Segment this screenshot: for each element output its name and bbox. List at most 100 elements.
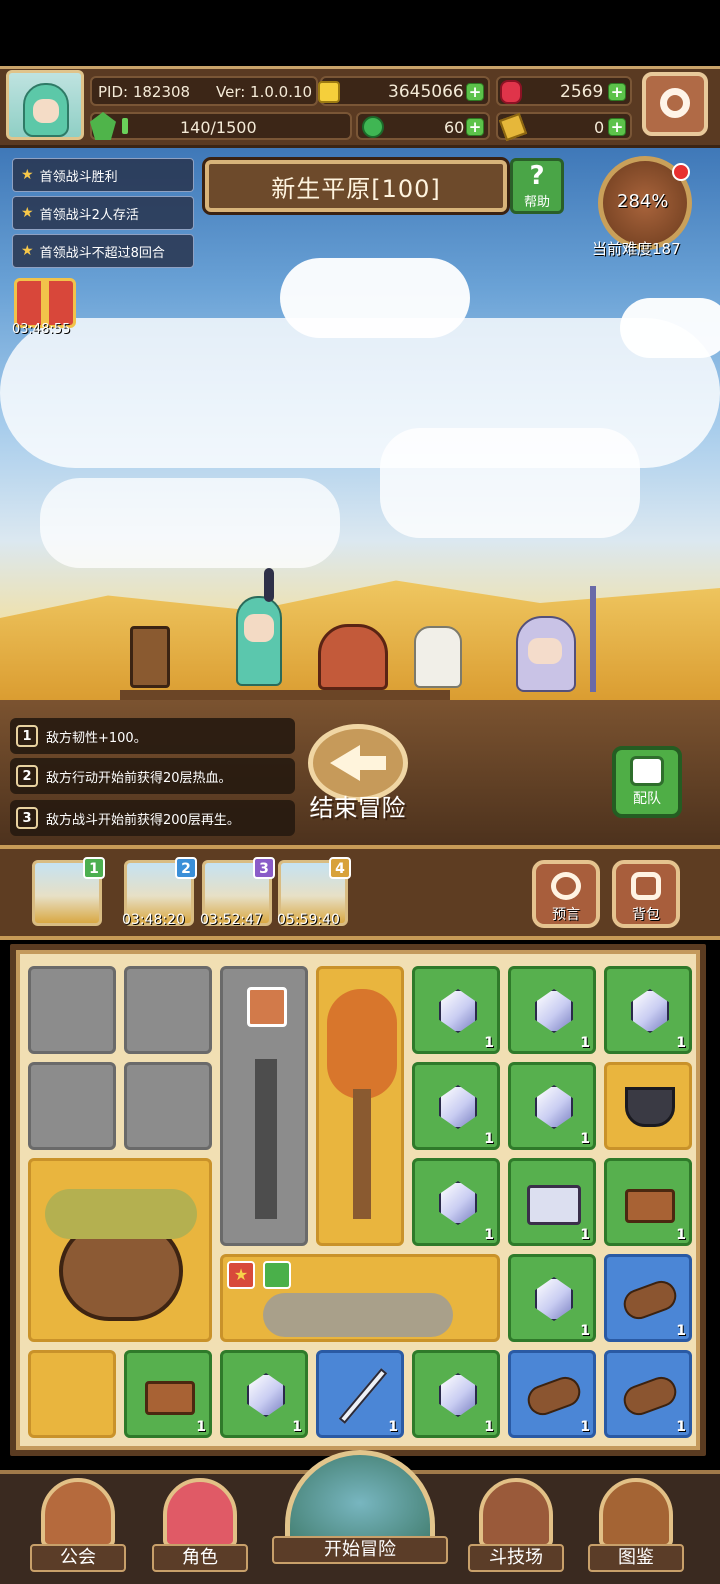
crossed-swords-icon <box>479 1478 553 1548</box>
treasure-chest-icon <box>145 1381 195 1415</box>
crystal-tile[interactable]: 1 <box>412 1062 500 1150</box>
treasure-chest-tile[interactable]: 1 <box>124 1350 212 1438</box>
storage-box-tile[interactable]: 1 <box>508 1158 596 1246</box>
ticket-plus-button[interactable]: + <box>608 118 626 136</box>
energy-bar: 140/1500 <box>90 112 352 140</box>
item-count: 1 <box>676 1227 686 1243</box>
end-adventure-button[interactable]: 结束冒险 <box>300 724 415 834</box>
bag-label: 背包 <box>632 907 660 923</box>
team-button[interactable]: 配队 <box>612 746 682 818</box>
enemy-character[interactable] <box>506 586 618 696</box>
ticket-counter: 0 + <box>496 112 632 142</box>
help-button[interactable]: ? 帮助 <box>510 158 564 214</box>
nav-arena[interactable]: 斗技场 <box>468 1478 564 1578</box>
locked-tile <box>28 966 116 1054</box>
nav-character[interactable]: 角色 <box>152 1478 248 1578</box>
difficulty-percent: 284% <box>617 191 669 212</box>
clover-counter: 60 + <box>356 112 490 140</box>
star-badge-icon: ★ <box>227 1261 255 1289</box>
help-label: 帮助 <box>523 195 550 210</box>
treasure-chest-tile[interactable]: 1 <box>604 1158 692 1246</box>
team-label: 配队 <box>633 791 661 807</box>
bag-button[interactable]: 背包 <box>612 860 680 928</box>
item-count: 1 <box>580 1419 590 1435</box>
locked-tile <box>124 1062 212 1150</box>
crystal-tile[interactable]: 1 <box>508 1062 596 1150</box>
player-info-panel: PID: 182308 Ver: 1.0.0.10 <box>90 76 318 106</box>
notification-dot <box>672 163 690 181</box>
pot-icon <box>625 1087 675 1127</box>
crystal-icon <box>439 1085 477 1129</box>
crystal-tile[interactable]: 1 <box>412 966 500 1054</box>
pawprint-icon <box>247 987 287 1027</box>
dagger-icon <box>338 1368 388 1424</box>
campfire-prop <box>318 624 388 690</box>
nav-guild[interactable]: 公会 <box>30 1478 126 1578</box>
clover-plus-button[interactable]: + <box>466 118 484 136</box>
crystal-icon <box>535 1277 573 1321</box>
map-tab-1[interactable]: 1 <box>32 857 105 926</box>
nav-label: 角色 <box>152 1544 248 1572</box>
item-count: 1 <box>580 1035 590 1051</box>
crystal-icon <box>247 1373 285 1417</box>
ruby-plus-button[interactable]: + <box>608 83 626 101</box>
inventory-grid: 1 1 1 1 1 1 1 1 ★ 1 1 1 1 1 1 1 1 <box>10 944 706 1456</box>
gold-plus-button[interactable]: + <box>466 83 484 101</box>
crystal-tile[interactable]: 1 <box>604 966 692 1054</box>
dagger-tile[interactable]: 1 <box>316 1350 404 1438</box>
crystal-tile[interactable]: 1 <box>412 1350 500 1438</box>
settings-button[interactable] <box>642 72 708 136</box>
gold-counter: 3645066 + <box>318 76 490 106</box>
star-icon: ★ <box>21 167 34 183</box>
gold-value: 3645066 <box>388 82 464 102</box>
giant-pot-tile[interactable] <box>28 1158 212 1342</box>
empty-field-tile[interactable] <box>28 1350 116 1438</box>
team-icon <box>630 756 664 786</box>
enemy-buff-item: 1 敌方韧性+100。 <box>10 718 295 754</box>
energy-fill <box>122 118 128 134</box>
question-icon: ? <box>529 161 545 191</box>
clover-value: 60 <box>444 118 465 137</box>
crystal-tile[interactable]: 1 <box>508 1254 596 1342</box>
cooking-pot-tile[interactable] <box>604 1062 692 1150</box>
log-tile[interactable]: 1 <box>604 1254 692 1342</box>
ticket-value: 0 <box>594 118 605 137</box>
quest-item: ★ 首领战斗胜利 <box>12 158 194 192</box>
crystal-icon <box>631 989 669 1033</box>
dead-tree-tile <box>220 966 308 1246</box>
prophecy-button[interactable]: 预言 <box>532 860 600 928</box>
map-tab-timer: 05:59:40 <box>277 912 340 928</box>
crystal-tile[interactable]: 1 <box>412 1158 500 1246</box>
character-face-icon <box>163 1478 237 1548</box>
energy-text: 140/1500 <box>180 118 257 137</box>
map-tab-timer: 03:48:20 <box>122 912 185 928</box>
nav-start-adventure[interactable]: 开始冒险 <box>272 1450 448 1584</box>
barrel-prop <box>130 626 170 688</box>
crystal-ball-icon <box>551 872 581 900</box>
crystal-tile[interactable]: 1 <box>508 966 596 1054</box>
book-icon <box>599 1478 673 1548</box>
nav-label: 公会 <box>30 1544 126 1572</box>
log-tile[interactable]: 1 <box>604 1350 692 1438</box>
player-avatar[interactable] <box>6 70 84 140</box>
item-count: 1 <box>292 1419 302 1435</box>
hero-character[interactable] <box>228 568 288 690</box>
nav-label: 图鉴 <box>588 1544 684 1572</box>
item-count: 1 <box>580 1227 590 1243</box>
locked-tile <box>124 966 212 1054</box>
rocks-tile[interactable]: ★ <box>220 1254 500 1342</box>
item-count: 1 <box>580 1323 590 1339</box>
box-icon <box>527 1185 581 1225</box>
item-count: 1 <box>484 1035 494 1051</box>
crystal-icon <box>535 1085 573 1129</box>
cat-companion <box>414 626 462 688</box>
gift-box-button[interactable] <box>14 278 76 328</box>
autumn-tree-tile[interactable] <box>316 966 404 1246</box>
quest-label: 首领战斗2人存活 <box>39 207 139 223</box>
crystal-tile[interactable]: 1 <box>220 1350 308 1438</box>
nav-codex[interactable]: 图鉴 <box>588 1478 684 1578</box>
stage-title: 新生平原[100] <box>205 160 507 212</box>
locked-tile <box>28 1062 116 1150</box>
log-tile[interactable]: 1 <box>508 1350 596 1438</box>
tab-number: 4 <box>329 857 351 879</box>
